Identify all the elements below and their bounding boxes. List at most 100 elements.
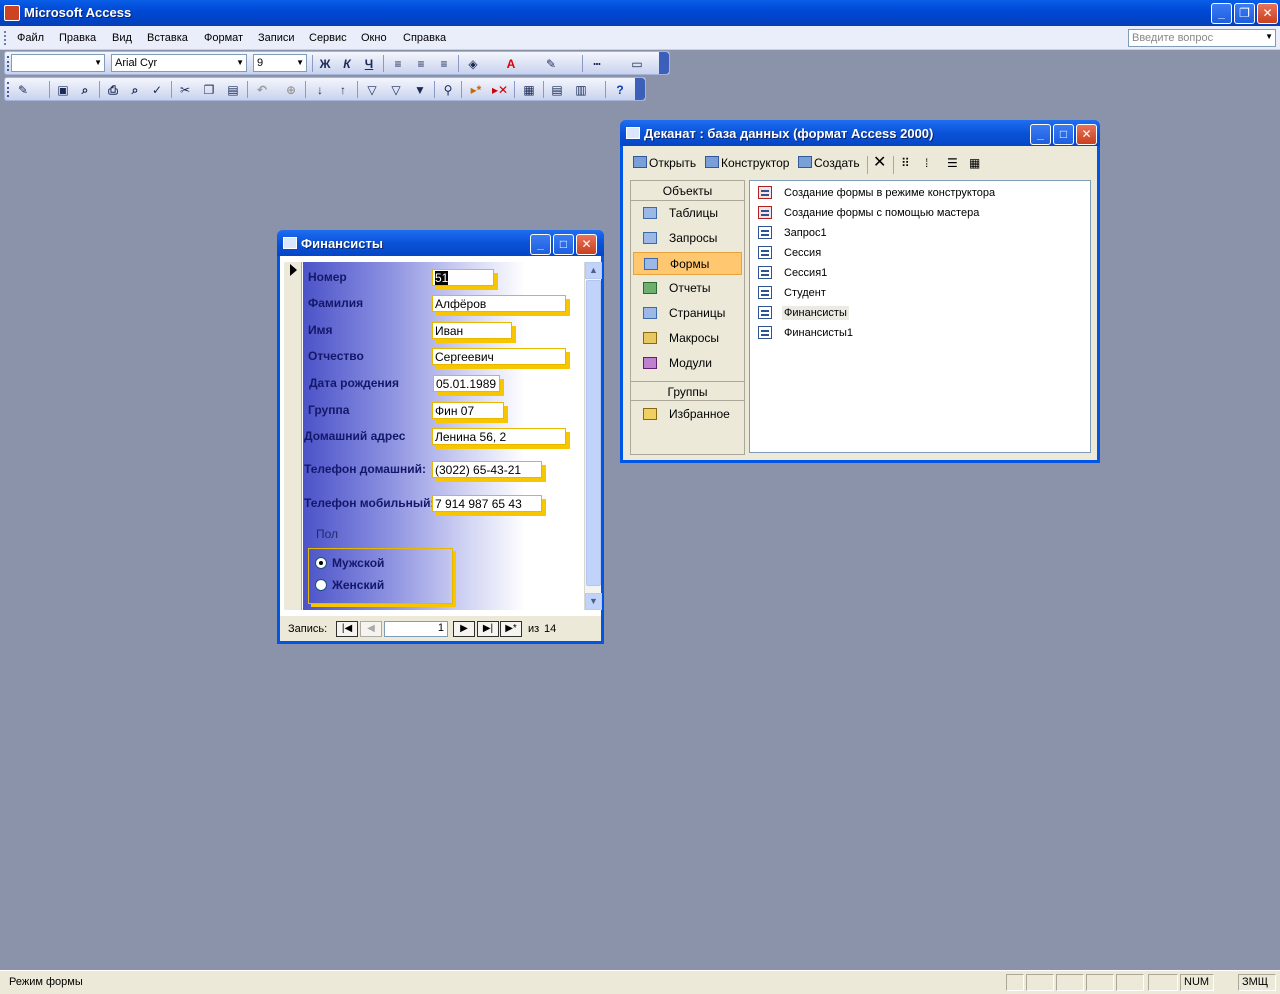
save-icon[interactable]: ▣ — [53, 80, 73, 100]
special-effect-icon[interactable]: ▭ — [627, 54, 647, 74]
field-input-home-phone[interactable]: (3022) 65-43-21 — [432, 461, 542, 478]
align-center-icon[interactable]: ≡ — [411, 54, 431, 74]
record-selector[interactable] — [284, 262, 302, 610]
objects-item-forms[interactable]: Формы — [633, 252, 742, 275]
objects-header[interactable]: Объекты — [631, 181, 744, 201]
groups-item-favorites[interactable]: Избранное — [633, 403, 742, 426]
new-object-icon[interactable]: ▥ — [571, 80, 591, 100]
field-input-mobile-phone[interactable]: 7 914 987 65 43 — [432, 495, 542, 512]
database-icon[interactable] — [626, 127, 640, 139]
create-button[interactable]: Создать — [798, 156, 860, 170]
align-left-icon[interactable]: ≡ — [388, 54, 408, 74]
align-right-icon[interactable]: ≡ — [434, 54, 454, 74]
next-record-button[interactable]: ▶ — [453, 621, 475, 637]
field-input-surname[interactable]: Алфёров — [432, 295, 566, 312]
menu-records[interactable]: Записи — [258, 32, 295, 44]
ask-question-input[interactable]: Введите вопрос ▼ — [1128, 29, 1276, 47]
undo-icon[interactable]: ↶ — [252, 80, 272, 100]
apply-filter-icon[interactable]: ▼ — [410, 80, 430, 100]
gender-female-radio[interactable] — [315, 579, 327, 591]
search-file-icon[interactable]: ⌕ — [75, 80, 95, 100]
italic-button[interactable]: К — [337, 54, 357, 74]
last-record-button[interactable]: ▶| — [477, 621, 499, 637]
minimize-button[interactable]: _ — [1030, 124, 1051, 145]
objects-item-modules[interactable]: Модули — [633, 352, 742, 375]
details-view-icon[interactable]: ▦ — [969, 156, 980, 170]
database-window-icon[interactable]: ▤ — [547, 80, 567, 100]
small-icons-icon[interactable]: ⁞ — [925, 156, 928, 170]
find-icon[interactable]: ⚲ — [438, 80, 458, 100]
menu-file[interactable]: Файл — [17, 32, 44, 44]
menu-window[interactable]: Окно — [361, 32, 387, 44]
gender-male-label[interactable]: Мужской — [332, 556, 384, 570]
scroll-down-icon[interactable]: ▼ — [585, 593, 602, 610]
spelling-icon[interactable]: ✓ — [147, 80, 167, 100]
line-width-icon[interactable]: ┅ — [587, 54, 607, 74]
print-preview-icon[interactable]: ⌕ — [125, 80, 145, 100]
sort-ascending-icon[interactable]: ↓ — [310, 80, 330, 100]
menu-tools[interactable]: Сервис — [309, 32, 347, 44]
chevron-down-icon[interactable]: ▼ — [1265, 32, 1273, 41]
field-input-home-address[interactable]: Ленина 56, 2 — [432, 428, 566, 445]
object-combo[interactable]: ▼ — [11, 54, 105, 72]
design-button[interactable]: Конструктор — [705, 156, 789, 170]
close-button[interactable]: ✕ — [1076, 124, 1097, 145]
close-button[interactable]: ✕ — [1257, 3, 1278, 24]
font-name-combo[interactable]: Arial Cyr ▼ — [111, 54, 247, 72]
maximize-button[interactable]: □ — [553, 234, 574, 255]
font-size-combo[interactable]: 9 ▼ — [253, 54, 307, 72]
delete-icon[interactable]: ✕ — [873, 152, 886, 172]
form-icon[interactable] — [283, 237, 297, 249]
toolbar-grip[interactable] — [7, 56, 10, 71]
close-button[interactable]: ✕ — [576, 234, 597, 255]
large-icons-icon[interactable]: ⠿ — [901, 156, 910, 170]
menubar-grip[interactable] — [4, 31, 7, 45]
form-vertical-scrollbar[interactable]: ▲ ▼ — [584, 262, 602, 610]
properties-icon[interactable]: ▦ — [519, 80, 539, 100]
new-record-icon[interactable]: ▸* — [466, 80, 486, 100]
menu-help[interactable]: Справка — [403, 32, 446, 44]
open-button[interactable]: Открыть — [633, 156, 696, 170]
objects-item-macros[interactable]: Макросы — [633, 327, 742, 350]
objects-item-queries[interactable]: Запросы — [633, 227, 742, 250]
access-app-icon[interactable] — [4, 5, 20, 21]
menu-insert[interactable]: Вставка — [147, 32, 188, 44]
current-record-input[interactable]: 1 — [384, 621, 448, 637]
previous-record-button[interactable]: ◀ — [360, 621, 382, 637]
copy-icon[interactable]: ❐ — [199, 80, 219, 100]
gender-female-label[interactable]: Женский — [332, 578, 384, 592]
scrollbar-thumb[interactable] — [586, 280, 601, 586]
field-input-group[interactable]: Фин 07 — [432, 402, 504, 419]
objects-item-pages[interactable]: Страницы — [633, 302, 742, 325]
help-icon[interactable]: ? — [610, 80, 630, 100]
cut-icon[interactable]: ✂ — [175, 80, 195, 100]
toolbar-options-icon[interactable] — [659, 52, 669, 74]
fill-color-icon[interactable]: ◈ — [463, 54, 483, 74]
objects-item-tables[interactable]: Таблицы — [633, 202, 742, 225]
minimize-button[interactable]: _ — [530, 234, 551, 255]
groups-header[interactable]: Группы — [631, 381, 744, 401]
list-view-icon[interactable]: ☰ — [947, 156, 958, 170]
underline-button[interactable]: Ч — [359, 54, 379, 74]
field-input-name[interactable]: Иван — [432, 322, 512, 339]
maximize-button[interactable]: □ — [1053, 124, 1074, 145]
filter-by-selection-icon[interactable]: ▽ — [362, 80, 382, 100]
filter-by-form-icon[interactable]: ▽ — [386, 80, 406, 100]
new-record-button[interactable]: ▶* — [500, 621, 522, 637]
field-input-birthdate[interactable]: 05.01.1989 — [433, 375, 500, 392]
toolbar-options-icon[interactable] — [635, 78, 645, 100]
field-input-patronymic[interactable]: Сергеевич — [432, 348, 566, 365]
restore-button[interactable]: ❐ — [1234, 3, 1255, 24]
paste-icon[interactable]: ▤ — [223, 80, 243, 100]
delete-record-icon[interactable]: ▸✕ — [490, 80, 510, 100]
toolbar-grip[interactable] — [7, 82, 10, 97]
sort-descending-icon[interactable]: ↑ — [333, 80, 353, 100]
bold-button[interactable]: Ж — [315, 54, 335, 74]
print-icon[interactable]: ⎙ — [103, 80, 123, 100]
line-color-icon[interactable]: ✎ — [541, 54, 561, 74]
menu-edit[interactable]: Правка — [59, 32, 96, 44]
hyperlink-icon[interactable]: ⊕ — [281, 80, 301, 100]
menu-view[interactable]: Вид — [112, 32, 132, 44]
scroll-up-icon[interactable]: ▲ — [585, 262, 602, 279]
menu-format[interactable]: Формат — [204, 32, 243, 44]
